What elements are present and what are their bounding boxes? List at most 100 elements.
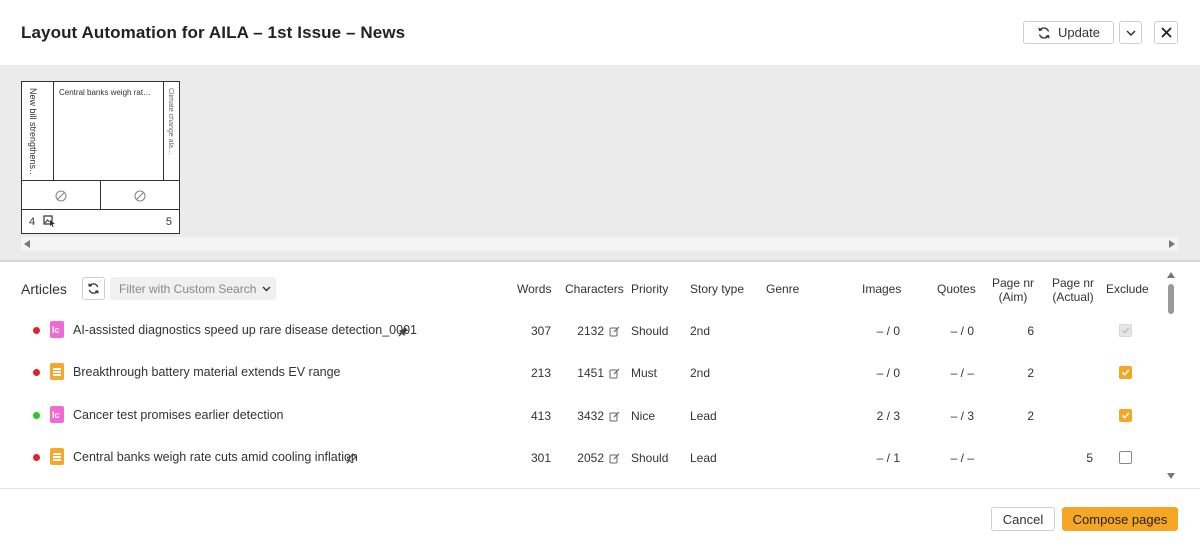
cell-priority[interactable]: Must (631, 366, 657, 380)
cell-page-aim[interactable]: 2 (994, 409, 1034, 423)
cell-characters: 3432 (577, 409, 604, 423)
edit-icon[interactable] (609, 366, 620, 384)
refresh-icon (1038, 26, 1050, 39)
column-header-page-actual-line2: (Actual) (1052, 290, 1094, 304)
cell-characters: 2132 (577, 324, 604, 338)
scrollbar-thumb[interactable] (1168, 284, 1174, 314)
article-doc-icon (50, 448, 64, 465)
cell-characters: 2052 (577, 451, 604, 465)
layout-preview-area: New bill strengthens… Central banks weig… (0, 65, 1200, 260)
update-options-button[interactable] (1119, 21, 1142, 44)
cell-story-type[interactable]: Lead (690, 451, 717, 465)
articles-vertical-scrollbar[interactable] (1164, 268, 1178, 483)
exclude-checkbox[interactable] (1119, 409, 1132, 422)
cell-images: – / 0 (876, 366, 900, 380)
column-header-priority[interactable]: Priority (631, 282, 668, 296)
scroll-left-icon[interactable] (24, 240, 30, 248)
article-title[interactable]: Central banks weigh rate cuts amid cooli… (73, 450, 358, 464)
compose-pages-button[interactable]: Compose pages (1062, 507, 1178, 531)
update-button-label: Update (1058, 25, 1100, 40)
column-header-page-aim[interactable]: Page nr (Aim) (988, 276, 1038, 304)
cell-images: – / 0 (876, 324, 900, 338)
preview-horizontal-scrollbar[interactable] (21, 237, 1178, 251)
cell-quotes: – / 3 (950, 409, 974, 423)
page-title: Layout Automation for AILA – 1st Issue –… (21, 23, 406, 42)
indesign-doc-icon: Ic (50, 406, 64, 423)
cell-images: 2 / 3 (876, 409, 900, 423)
cell-story-type[interactable]: Lead (690, 409, 717, 423)
exclude-checkbox[interactable] (1119, 366, 1132, 379)
cell-page-aim[interactable]: 6 (994, 324, 1034, 338)
chevron-down-icon (1125, 29, 1136, 36)
prohibited-icon (55, 189, 67, 202)
cell-words: 213 (530, 366, 551, 380)
column-header-page-actual-line1: Page nr (1051, 276, 1095, 290)
cell-words: 307 (530, 324, 551, 338)
status-dot (33, 454, 40, 461)
thumb-slot-center: Central banks weigh rat… (54, 82, 164, 180)
table-row[interactable]: Ic AI-assisted diagnostics speed up rare… (0, 309, 1160, 351)
status-dot (33, 327, 40, 334)
edit-icon[interactable] (609, 324, 620, 342)
refresh-icon (88, 283, 99, 294)
cell-priority[interactable]: Nice (631, 409, 655, 423)
edit-icon[interactable] (609, 451, 620, 469)
image-cursor-icon (43, 215, 55, 227)
table-row[interactable]: Ic Cancer test promises earlier detectio… (0, 394, 1160, 436)
dialog-header: Layout Automation for AILA – 1st Issue –… (0, 0, 1200, 65)
footer-divider (0, 488, 1200, 489)
thumb-slot-right-text: Climate change ala… (167, 88, 174, 155)
thumb-empty-slot (22, 181, 101, 210)
chevron-down-icon (262, 286, 271, 291)
table-row[interactable]: Central banks weigh rate cuts amid cooli… (0, 436, 1160, 478)
column-header-exclude[interactable]: Exclude (1106, 282, 1149, 296)
cell-story-type[interactable]: 2nd (690, 366, 710, 380)
cell-priority[interactable]: Should (631, 451, 668, 465)
pin-icon[interactable] (398, 324, 409, 342)
thumb-empty-slots (22, 180, 179, 210)
exclude-checkbox[interactable] (1119, 451, 1132, 464)
column-header-quotes[interactable]: Quotes (937, 282, 976, 296)
cell-quotes: – / – (950, 451, 974, 465)
column-header-page-aim-line1: Page nr (991, 276, 1035, 290)
cell-page-aim[interactable]: 2 (994, 366, 1034, 380)
cancel-button[interactable]: Cancel (991, 507, 1055, 531)
prohibited-icon (134, 189, 146, 202)
column-header-images[interactable]: Images (862, 282, 901, 296)
status-dot (33, 412, 40, 419)
cell-priority[interactable]: Should (631, 324, 668, 338)
table-row[interactable]: Breakthrough battery material extends EV… (0, 351, 1160, 393)
cell-story-type[interactable]: 2nd (690, 324, 710, 338)
close-button[interactable] (1154, 21, 1178, 44)
column-header-genre[interactable]: Genre (766, 282, 799, 296)
column-header-page-actual[interactable]: Page nr (Actual) (1048, 276, 1098, 304)
update-button[interactable]: Update (1023, 21, 1114, 44)
edit-icon[interactable] (609, 409, 620, 427)
column-header-characters[interactable]: Characters (565, 282, 624, 296)
column-header-story-type[interactable]: Story type (690, 282, 744, 296)
close-icon (1160, 27, 1172, 38)
article-title[interactable]: AI-assisted diagnostics speed up rare di… (73, 323, 417, 337)
cell-words: 301 (530, 451, 551, 465)
indesign-doc-icon: Ic (50, 321, 64, 338)
cell-quotes: – / – (950, 366, 974, 380)
thumb-empty-slot (101, 181, 179, 210)
exclude-checkbox (1119, 324, 1132, 337)
cell-words: 413 (530, 409, 551, 423)
article-doc-icon (50, 363, 64, 380)
scroll-right-icon[interactable] (1169, 240, 1175, 248)
scroll-up-icon[interactable] (1167, 272, 1175, 278)
scroll-down-icon[interactable] (1167, 473, 1175, 479)
cell-images: – / 1 (876, 451, 900, 465)
custom-search-filter-dropdown[interactable]: Filter with Custom Search (110, 277, 276, 300)
thumb-slot-left-text: New bill strengthens… (28, 88, 38, 176)
filter-placeholder: Filter with Custom Search (119, 281, 257, 296)
page-spread-thumbnail[interactable]: New bill strengthens… Central banks weig… (21, 81, 180, 234)
pin-icon[interactable] (346, 451, 358, 469)
refresh-articles-button[interactable] (82, 277, 105, 300)
thumb-page-left: 4 (29, 216, 36, 228)
cell-page-actual: 5 (1086, 451, 1093, 465)
column-header-words[interactable]: Words (517, 282, 551, 296)
article-title[interactable]: Breakthrough battery material extends EV… (73, 365, 341, 379)
article-title[interactable]: Cancer test promises earlier detection (73, 408, 284, 422)
